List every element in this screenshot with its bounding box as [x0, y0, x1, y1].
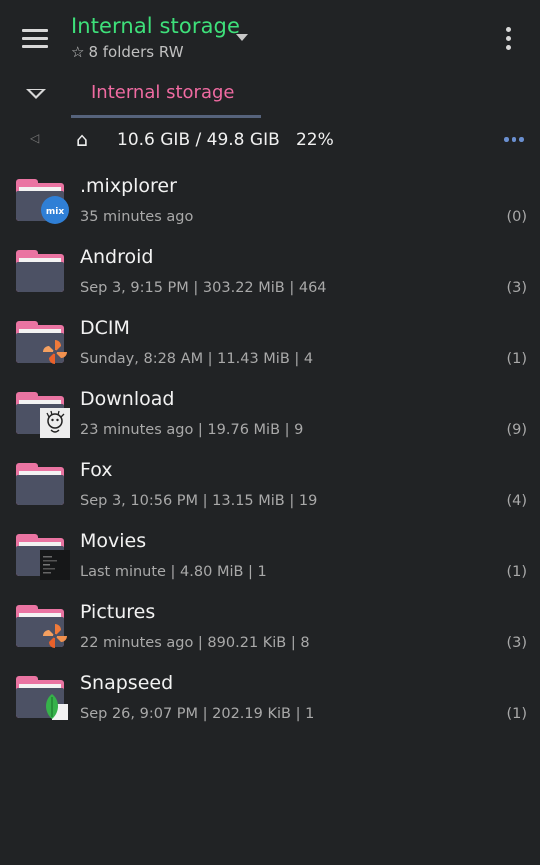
item-count: (4) — [506, 493, 527, 509]
folder-icon — [16, 250, 66, 294]
folder-icon — [16, 463, 66, 507]
storage-percent: 22% — [295, 130, 334, 150]
svg-text:mix: mix — [46, 207, 64, 217]
item-count: (1) — [506, 351, 527, 367]
folder-name: Pictures — [80, 601, 156, 623]
list-item[interactable]: Movies Last minute | 4.80 MiB | 1 (1) — [0, 520, 540, 591]
tab-label: Internal storage — [91, 82, 235, 103]
home-icon[interactable]: ⌂ — [76, 129, 88, 151]
snapseed-icon — [46, 694, 68, 720]
folder-meta: 35 minutes ago — [80, 209, 194, 225]
folder-name: Fox — [80, 459, 113, 481]
folder-meta: Last minute | 4.80 MiB | 1 — [80, 564, 267, 580]
storage-usage: 10.6 GIB / 49.8 GIB 22% — [117, 130, 334, 150]
list-item[interactable]: Download 23 minutes ago | 19.76 MiB | 9 … — [0, 378, 540, 449]
mix-icon: mix — [41, 196, 69, 224]
path-more-icon[interactable] — [503, 137, 525, 143]
tab-internal-storage[interactable]: Internal storage — [71, 80, 261, 118]
folder-name: .mixplorer — [80, 175, 177, 197]
storage-amount: 10.6 GIB / 49.8 GIB — [117, 130, 280, 150]
list-item[interactable]: Snapseed Sep 26, 9:07 PM | 202.19 KiB | … — [0, 662, 540, 733]
list-item[interactable]: DCIM Sunday, 8:28 AM | 11.43 MiB | 4 (1) — [0, 307, 540, 378]
pinwheel-icon — [43, 340, 67, 364]
folder-summary-text: 8 folders RW — [88, 43, 184, 61]
folder-meta: Sep 3, 10:56 PM | 13.15 MiB | 19 — [80, 493, 318, 509]
folder-meta: 22 minutes ago | 890.21 KiB | 8 — [80, 635, 310, 651]
item-count: (9) — [506, 422, 527, 438]
folder-meta: 23 minutes ago | 19.76 MiB | 9 — [80, 422, 304, 438]
tabs-dropdown-icon[interactable] — [26, 89, 46, 99]
folder-meta: Sunday, 8:28 AM | 11.43 MiB | 4 — [80, 351, 314, 367]
tab-indicator — [71, 115, 261, 118]
folder-name: Snapseed — [80, 672, 174, 694]
menu-icon[interactable] — [20, 27, 50, 49]
item-count: (1) — [506, 564, 527, 580]
star-icon[interactable]: ☆ — [71, 43, 84, 61]
back-icon[interactable]: ◁ — [30, 131, 39, 145]
folder-name: Download — [80, 388, 175, 410]
list-item[interactable]: Fox Sep 3, 10:56 PM | 13.15 MiB | 19 (4) — [0, 449, 540, 520]
folder-name: Android — [80, 246, 154, 268]
sketch-thumbnail — [40, 408, 70, 438]
item-count: (3) — [506, 635, 527, 651]
list-item[interactable]: Pictures 22 minutes ago | 890.21 KiB | 8… — [0, 591, 540, 662]
item-count: (3) — [506, 280, 527, 296]
app-bar: Internal storage ☆ 8 folders RW — [0, 0, 540, 76]
pinwheel-icon — [43, 624, 67, 648]
list-item[interactable]: Android Sep 3, 9:15 PM | 303.22 MiB | 46… — [0, 236, 540, 307]
video-thumbnail — [40, 550, 70, 580]
more-options-icon[interactable] — [500, 26, 518, 52]
folder-summary: ☆ 8 folders RW — [71, 43, 184, 61]
folder-meta: Sep 26, 9:07 PM | 202.19 KiB | 1 — [80, 706, 315, 722]
item-count: (1) — [506, 706, 527, 722]
folder-name: Movies — [80, 530, 147, 552]
folder-meta: Sep 3, 9:15 PM | 303.22 MiB | 464 — [80, 280, 327, 296]
window-title[interactable]: Internal storage — [71, 14, 240, 38]
list-item[interactable]: mix .mixplorer 35 minutes ago (0) — [0, 165, 540, 236]
folder-name: DCIM — [80, 317, 130, 339]
item-count: (0) — [506, 209, 527, 225]
chevron-down-icon[interactable] — [236, 34, 248, 41]
